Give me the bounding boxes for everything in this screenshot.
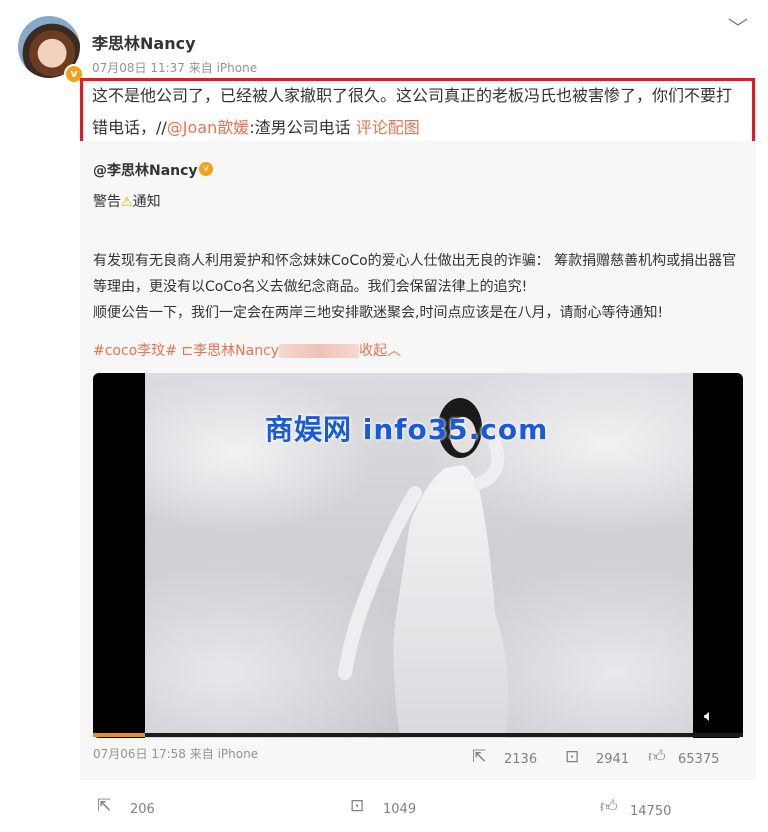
notice-label: 通知: [132, 194, 161, 210]
collapse-link[interactable]: 收起: [359, 343, 387, 359]
share-icon[interactable]: ⇱: [472, 747, 486, 767]
warning-label: 警告: [93, 194, 121, 210]
repost-timestamp: 07月06日 17:58 来自 iPhone: [93, 747, 259, 761]
share-count[interactable]: 2136: [504, 752, 537, 767]
like-count[interactable]: 14750: [630, 804, 671, 819]
repost-author[interactable]: @李思林Nancy: [93, 160, 198, 180]
figure-arm-right: [473, 436, 505, 490]
verified-badge-icon: v: [199, 162, 213, 176]
post-timestamp: 07月08日 11:37 来自 iPhone: [92, 61, 258, 75]
repost-paragraph: 有发现有无良商人利用爱护和怀念妹妹CoCo的爱心人仕做出无良的诈骗： 筹款捐赠慈…: [93, 253, 737, 295]
watermark: 商娱网 info35.com: [265, 413, 549, 446]
comment-icon[interactable]: ⊡: [350, 796, 364, 816]
topic-tag[interactable]: #coco李玟#: [93, 343, 177, 359]
like-count[interactable]: 65375: [678, 752, 719, 767]
like-icon[interactable]: 👍︎: [648, 746, 666, 767]
comment-icon[interactable]: ⊡: [565, 747, 579, 767]
repost-paragraph: 顺便公告一下，我们一定会在两岸三地安排歌迷聚会,时间点应该是在八月，请耐心等待通…: [93, 305, 664, 321]
like-icon[interactable]: 👍︎: [600, 796, 618, 817]
warning-line: 警告⚠通知: [93, 191, 161, 211]
chevron-up-icon[interactable]: ︿: [387, 343, 401, 359]
share-count[interactable]: 206: [130, 802, 155, 817]
author-name[interactable]: 李思林Nancy: [92, 30, 196, 54]
comment-count[interactable]: 2941: [596, 752, 629, 767]
comment-count[interactable]: 1049: [383, 802, 416, 817]
author-video-link[interactable]: 李思林Nancy: [193, 343, 279, 359]
chevron-down-icon[interactable]: ﹀: [728, 12, 748, 41]
blurred-text: [279, 344, 360, 358]
warning-icon: ⚠: [121, 195, 133, 210]
video-link-icon: ⊏: [181, 343, 194, 359]
share-icon[interactable]: ⇱: [97, 796, 111, 816]
repost-body: 有发现有无良商人利用爱护和怀念妹妹CoCo的爱心人仕做出无良的诈骗： 筹款捐赠慈…: [93, 248, 743, 326]
video-progress-fill: [93, 733, 145, 737]
tags-line: #coco李玟# ⊏李思林Nancy 收起︿: [93, 340, 401, 360]
video-progress-track[interactable]: [93, 733, 743, 737]
volume-icon[interactable]: 🔈︎: [704, 706, 714, 726]
